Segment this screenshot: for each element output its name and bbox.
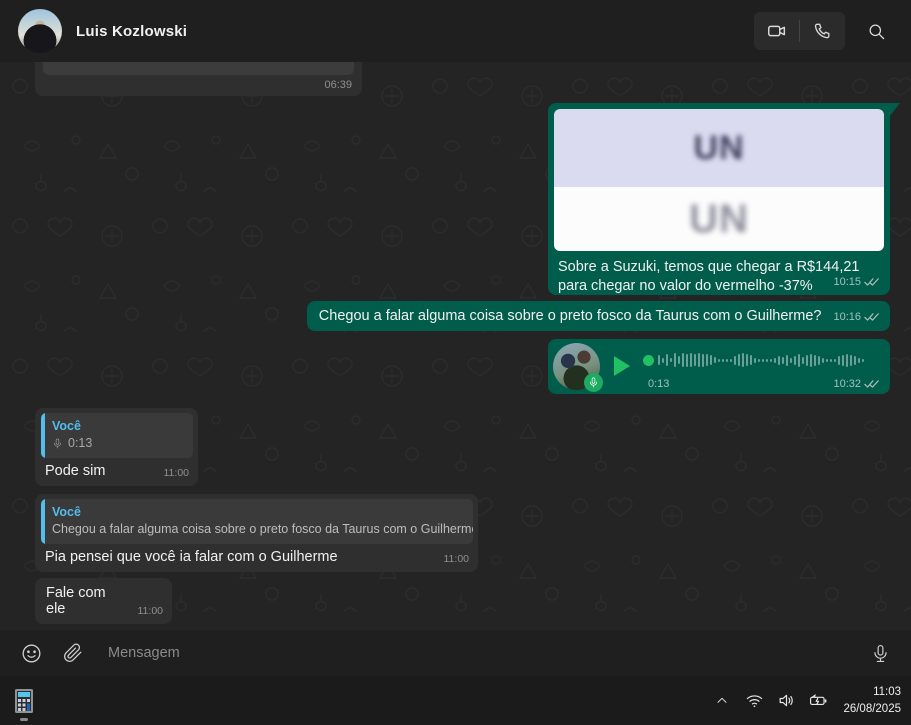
battery-charging-icon <box>808 691 829 710</box>
message-text: Pia pensei que você ia falar com o Guilh… <box>45 549 338 565</box>
search-icon <box>867 22 886 41</box>
record-voice-button[interactable] <box>863 636 897 670</box>
quoted-message[interactable]: Você Chegou a falar alguma coisa sobre o… <box>41 499 473 544</box>
attached-image[interactable]: UN UN <box>554 109 884 251</box>
message-text: Chegou a falar alguma coisa sobre o pret… <box>319 308 822 324</box>
taskbar-date: 26/08/2025 <box>843 701 901 718</box>
chat-header: Luis Kozlowski <box>0 0 911 62</box>
tray-battery-button[interactable] <box>805 681 831 721</box>
quote-text: Chegou a falar alguma coisa sobre o pret… <box>52 521 465 539</box>
voice-waveform[interactable] <box>643 349 876 371</box>
wifi-icon <box>745 691 764 710</box>
message-list[interactable]: 06:39 UN UN Sobre a Suzuki, temos que ch… <box>0 62 911 630</box>
message-time: 10:15 <box>833 276 861 288</box>
quote-author: Você <box>52 418 185 435</box>
microphone-icon <box>871 644 890 663</box>
calculator-icon <box>12 687 36 715</box>
voice-play-button[interactable] <box>614 356 630 376</box>
image-blurred-text-bottom: UN <box>689 197 749 242</box>
voice-progress-dot[interactable] <box>643 355 654 366</box>
message-time: 11:00 <box>444 553 470 565</box>
contact-avatar[interactable] <box>18 9 62 53</box>
tray-wifi-button[interactable] <box>741 681 767 721</box>
tray-volume-button[interactable] <box>773 681 799 721</box>
read-receipt-double-check-icon <box>864 312 880 322</box>
contact-name[interactable]: Luis Kozlowski <box>76 23 187 40</box>
image-caption: Sobre a Suzuki, temos que chegar a R$144… <box>554 251 884 298</box>
attach-button[interactable] <box>56 636 90 670</box>
taskbar-time: 11:03 <box>843 684 901 701</box>
message-composer <box>0 630 911 676</box>
message-incoming-media-cutoff[interactable]: 06:39 <box>35 62 362 96</box>
emoji-smiley-icon <box>21 643 42 664</box>
chevron-up-icon <box>714 693 730 709</box>
message-time: 06:39 <box>324 79 352 91</box>
paperclip-icon <box>63 643 83 663</box>
message-time: 10:16 <box>833 311 861 323</box>
microphone-icon <box>52 437 63 450</box>
message-incoming-text[interactable]: Fale com ele 11:00 <box>35 578 172 624</box>
message-incoming-reply-text[interactable]: Você Chegou a falar alguma coisa sobre o… <box>35 494 478 572</box>
quote-author: Você <box>52 504 465 521</box>
message-input[interactable] <box>108 645 863 661</box>
taskbar-clock[interactable]: 11:03 26/08/2025 <box>843 684 901 717</box>
message-time: 11:00 <box>138 605 164 617</box>
search-in-chat-button[interactable] <box>859 14 893 48</box>
bubble-tail <box>888 103 900 116</box>
message-time: 10:32 <box>833 378 861 390</box>
message-outgoing-text[interactable]: Chegou a falar alguma coisa sobre o pret… <box>307 301 890 331</box>
taskbar-calculator-app[interactable] <box>4 679 44 723</box>
quoted-message[interactable]: Você 0:13 <box>41 413 193 458</box>
media-thumbnail[interactable] <box>43 62 354 75</box>
windows-taskbar: 11:03 26/08/2025 <box>0 676 911 725</box>
tray-show-hidden-icons-button[interactable] <box>709 681 735 721</box>
video-call-button[interactable] <box>754 12 799 50</box>
voice-sender-avatar <box>553 343 600 390</box>
read-receipt-double-check-icon <box>864 277 880 287</box>
whatsapp-window: Luis Kozlowski <box>0 0 911 725</box>
emoji-button[interactable] <box>14 636 48 670</box>
speaker-volume-icon <box>777 691 796 710</box>
phone-icon <box>813 21 833 41</box>
running-app-indicator <box>20 718 28 721</box>
message-text: Pode sim <box>45 463 105 479</box>
video-camera-icon <box>766 20 788 42</box>
voice-waveform-bars <box>658 349 864 371</box>
voice-call-button[interactable] <box>800 12 845 50</box>
call-button-group <box>754 12 845 50</box>
quote-voice-duration: 0:13 <box>68 435 92 453</box>
message-outgoing-image[interactable]: UN UN Sobre a Suzuki, temos que chegar a… <box>548 103 890 295</box>
message-incoming-reply-voice[interactable]: Você 0:13 Pode sim 11:00 <box>35 408 198 486</box>
voice-mic-badge <box>584 373 603 392</box>
message-time: 11:00 <box>164 467 190 479</box>
message-outgoing-voice[interactable]: 0:13 10:32 <box>548 339 890 394</box>
read-receipt-double-check-icon <box>864 379 880 389</box>
message-text: Fale com ele <box>46 585 128 617</box>
image-blurred-text-top: UN <box>693 129 744 168</box>
voice-duration: 0:13 <box>648 378 669 390</box>
microphone-icon <box>588 377 599 388</box>
